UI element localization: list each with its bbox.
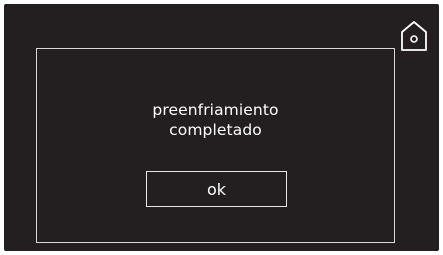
home-icon — [401, 21, 427, 51]
dialog-message: preenfriamiento completado — [37, 100, 394, 140]
dialog-message-line-2: completado — [169, 121, 262, 139]
dialog-message-line-1: preenfriamiento — [152, 101, 279, 119]
ok-button[interactable]: ok — [146, 171, 287, 207]
notification-dialog: preenfriamiento completado ok — [36, 48, 395, 243]
device-screen: preenfriamiento completado ok — [4, 4, 439, 251]
home-button[interactable] — [400, 20, 428, 52]
